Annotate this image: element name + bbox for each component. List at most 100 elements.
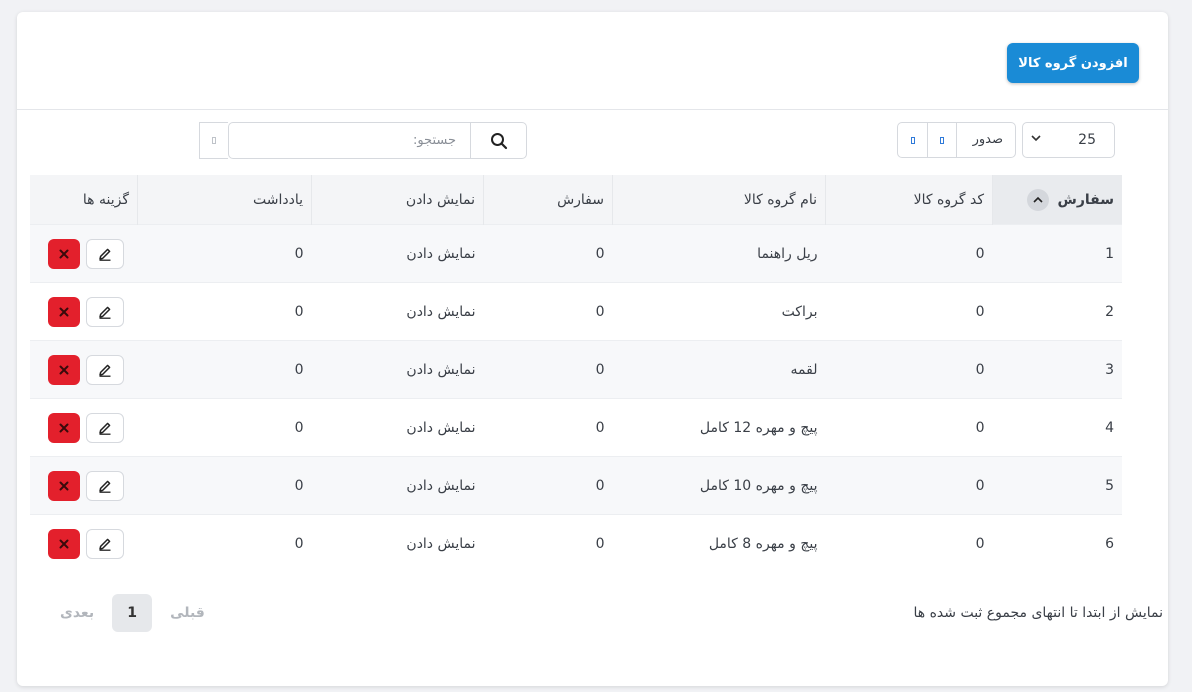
export-button-group[interactable]: صدور (897, 122, 1016, 158)
delete-button[interactable] (47, 528, 80, 559)
close-icon (59, 307, 68, 316)
row-code-cell: 0 (825, 340, 993, 399)
delete-button[interactable] (47, 470, 80, 501)
edit-button[interactable] (85, 470, 124, 501)
current-page[interactable]: 1 (112, 594, 153, 632)
close-icon (59, 539, 68, 548)
row-options-cell (30, 340, 138, 399)
delete-button[interactable] (47, 296, 80, 327)
row-code-cell: 0 (825, 282, 993, 341)
search-button[interactable] (470, 123, 527, 158)
row-order-cell: 3 (992, 340, 1122, 399)
row-sort-cell: 0 (483, 398, 613, 457)
column-label: نام گروه کالا (743, 191, 817, 208)
table-row: 3 0 لقمه 0 نمایش دادن 0 (30, 340, 1122, 399)
chevron-down-icon (1031, 135, 1041, 142)
column-toggle-button[interactable] (199, 122, 228, 159)
column-header-code[interactable]: کد گروه کالا (825, 175, 993, 225)
column-label: گزینه ها (82, 191, 129, 208)
delete-button[interactable] (47, 238, 80, 269)
page-length-value: 25 (1078, 132, 1096, 148)
row-show-cell: نمایش دادن (311, 456, 484, 515)
search-icon (491, 132, 508, 149)
export-option-icon[interactable] (911, 137, 915, 144)
next-page-link[interactable]: بعدی (60, 605, 94, 621)
row-sort-cell: 0 (483, 514, 613, 572)
row-show-cell: نمایش دادن (311, 224, 484, 283)
divider (927, 123, 928, 157)
row-options-cell (30, 282, 138, 341)
close-icon (59, 249, 68, 258)
row-sort-cell: 0 (483, 282, 613, 341)
row-code-cell: 0 (825, 456, 993, 515)
table-row: 4 0 پیچ و مهره 12 کامل 0 نمایش دادن 0 (30, 398, 1122, 457)
divider (956, 123, 957, 157)
row-code-cell: 0 (825, 224, 993, 283)
row-sort-cell: 0 (483, 224, 613, 283)
row-note-cell: 0 (137, 398, 312, 457)
column-label: نمایش دادن (405, 191, 475, 208)
card-header: افزودن گروه کالا (17, 12, 1168, 110)
row-order-cell: 5 (992, 456, 1122, 515)
row-order-cell: 1 (992, 224, 1122, 283)
table-row: 5 0 پیچ و مهره 10 کامل 0 نمایش دادن 0 (30, 456, 1122, 515)
row-order-cell: 6 (992, 514, 1122, 572)
row-sort-cell: 0 (483, 340, 613, 399)
row-note-cell: 0 (137, 456, 312, 515)
row-options-cell (30, 224, 138, 283)
column-label: کد گروه کالا (913, 191, 984, 208)
row-options-cell (30, 456, 138, 515)
edit-icon (98, 306, 110, 319)
product-groups-table: سفارش کد گروه کالا نام گروه کالا سفارش ن… (30, 175, 1122, 572)
column-header-name[interactable]: نام گروه کالا (612, 175, 826, 225)
table-row: 2 0 براکت 0 نمایش دادن 0 (30, 282, 1122, 341)
row-note-cell: 0 (137, 514, 312, 572)
row-name-cell: ریل راهنما (612, 224, 826, 283)
row-options-cell (30, 514, 138, 572)
table-info: نمایش از ابتدا تا انتهای مجموع ثبت شده ه… (913, 605, 1164, 621)
edit-button[interactable] (85, 412, 124, 443)
edit-icon (98, 538, 110, 551)
column-label: یادداشت (253, 191, 303, 208)
edit-button[interactable] (85, 354, 124, 385)
search-input[interactable] (229, 123, 470, 158)
add-product-group-button[interactable]: افزودن گروه کالا (1007, 43, 1139, 83)
column-label: سفارش (557, 191, 604, 208)
pagination: قبلی 1 بعدی (60, 593, 205, 633)
search-box (228, 122, 527, 159)
column-header-sort[interactable]: سفارش (483, 175, 613, 225)
column-header-order[interactable]: سفارش (992, 175, 1122, 225)
delete-button[interactable] (47, 354, 80, 385)
row-sort-cell: 0 (483, 456, 613, 515)
delete-button[interactable] (47, 412, 80, 443)
close-icon (59, 481, 68, 490)
column-header-note[interactable]: یادداشت (137, 175, 312, 225)
row-order-cell: 2 (992, 282, 1122, 341)
row-show-cell: نمایش دادن (311, 514, 484, 572)
edit-icon (98, 248, 110, 261)
row-show-cell: نمایش دادن (311, 282, 484, 341)
row-name-cell: لقمه (612, 340, 826, 399)
row-note-cell: 0 (137, 340, 312, 399)
close-icon (59, 423, 68, 432)
row-show-cell: نمایش دادن (311, 340, 484, 399)
row-name-cell: پیچ و مهره 12 کامل (612, 398, 826, 457)
toggle-icon (212, 137, 216, 144)
column-header-show[interactable]: نمایش دادن (311, 175, 484, 225)
row-note-cell: 0 (137, 282, 312, 341)
edit-button[interactable] (85, 238, 124, 269)
row-name-cell: پیچ و مهره 10 کامل (612, 456, 826, 515)
edit-button[interactable] (85, 528, 124, 559)
edit-button[interactable] (85, 296, 124, 327)
row-show-cell: نمایش دادن (311, 398, 484, 457)
table-row: 6 0 پیچ و مهره 8 کامل 0 نمایش دادن 0 (30, 514, 1122, 572)
row-order-cell: 4 (992, 398, 1122, 457)
page-length-select[interactable]: 25 (1022, 122, 1115, 158)
sort-ascending-icon[interactable] (1026, 188, 1049, 211)
row-note-cell: 0 (137, 224, 312, 283)
column-header-options: گزینه ها (30, 175, 138, 225)
export-option-icon[interactable] (940, 137, 944, 144)
row-code-cell: 0 (825, 398, 993, 457)
row-name-cell: پیچ و مهره 8 کامل (612, 514, 826, 572)
previous-page-link[interactable]: قبلی (170, 605, 205, 621)
